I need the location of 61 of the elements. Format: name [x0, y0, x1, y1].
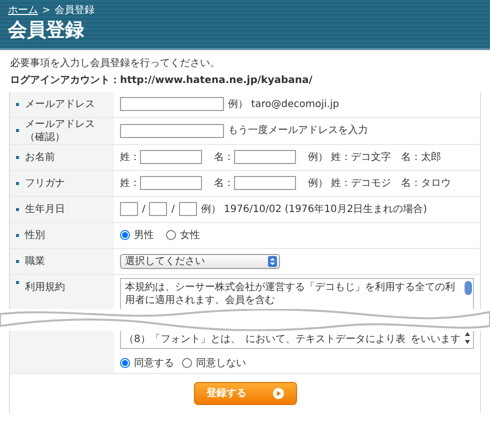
radio-button[interactable]: [166, 230, 176, 240]
terms-text-area[interactable]: （8）「フォント」とは、 において、テキストデータにより表 をいいます: [120, 330, 474, 349]
hint-text: 例） 1976/10/02 (1976年10月2日生まれの場合): [200, 202, 428, 216]
select-field[interactable]: 選択してください: [120, 254, 280, 269]
bullet-icon: [16, 234, 19, 237]
login-account-text: ログアインアカウント：http://www.hatena.ne.jp/kyabana/: [10, 74, 312, 86]
bullet-icon: [16, 102, 19, 106]
terms-text-area[interactable]: 本規約は、シーサー株式会社が運営する「デコもじ」を利用する全ての利用者に適用されます。会員を含む: [120, 278, 474, 309]
radio-button[interactable]: [120, 358, 130, 368]
field-prefix: 姓：: [120, 150, 140, 164]
breadcrumb-separator: >: [42, 4, 50, 17]
field-label: 利用規約: [25, 280, 65, 294]
input-field[interactable]: [149, 202, 168, 216]
breadcrumb-current: 会員登録: [54, 4, 94, 17]
input-field[interactable]: [120, 202, 138, 216]
radio-label: 女性: [180, 228, 200, 242]
input-field[interactable]: [120, 124, 224, 138]
select-arrows-icon: [268, 256, 277, 267]
input-field[interactable]: [234, 176, 296, 190]
terms-text: において、テキストデータにより表: [245, 332, 406, 346]
terms-text: をいいます: [410, 332, 460, 346]
bullet-icon: [16, 260, 19, 263]
input-field[interactable]: [140, 150, 202, 164]
scrollbar-thumb[interactable]: [464, 280, 472, 295]
bullet-icon: [16, 208, 19, 211]
page-title: 会員登録: [8, 19, 85, 42]
scroll-arrows-icon[interactable]: [464, 330, 471, 345]
date-separator: /: [171, 202, 175, 216]
bullet-icon: [16, 129, 19, 132]
field-label: フリガナ: [25, 176, 65, 190]
field-label: 性別: [25, 228, 45, 242]
field-label: 生年月日: [25, 202, 65, 216]
input-field[interactable]: [234, 150, 296, 164]
radio-label: 同意する: [134, 356, 174, 370]
hint-text: もう一度メールアドレスを入力: [228, 124, 368, 138]
play-circle-icon: [272, 388, 284, 399]
field-label: お名前: [25, 150, 55, 164]
radio-label: 同意しない: [196, 356, 246, 370]
hint-text: 例） taro@decomoji.jp: [228, 98, 340, 111]
field-label: 職業: [25, 254, 45, 268]
bullet-icon: [16, 182, 19, 185]
field-prefix: 名：: [214, 150, 234, 164]
radio-label: 男性: [134, 228, 154, 242]
hint-text: 例） 姓：デコモジ 名：タロウ: [308, 176, 452, 190]
field-prefix: 姓：: [120, 176, 140, 190]
terms-text: 本規約は、シーサー株式会社が運営する「デコもじ」を利用する全ての利用者に適用されます。会員を含む: [125, 280, 456, 307]
input-field[interactable]: [120, 97, 224, 112]
input-field[interactable]: [140, 176, 202, 190]
intro-text: 必要事項を入力し会員登録を行ってください。: [10, 58, 220, 69]
terms-text: （8）「フォント」とは、: [124, 332, 240, 346]
field-prefix: 名：: [214, 176, 234, 190]
bullet-icon: [16, 156, 19, 159]
bullet-icon: [16, 280, 19, 284]
input-field[interactable]: [178, 202, 197, 216]
field-label: メールアドレス: [25, 98, 95, 111]
hint-text: 例） 姓：デコ文字 名：太郎: [308, 150, 442, 164]
date-separator: /: [142, 202, 146, 216]
radio-button[interactable]: [182, 358, 192, 368]
radio-button[interactable]: [120, 230, 130, 240]
breadcrumb-link[interactable]: ホーム: [8, 4, 38, 17]
field-label: メールアドレス（確認）: [25, 118, 96, 144]
